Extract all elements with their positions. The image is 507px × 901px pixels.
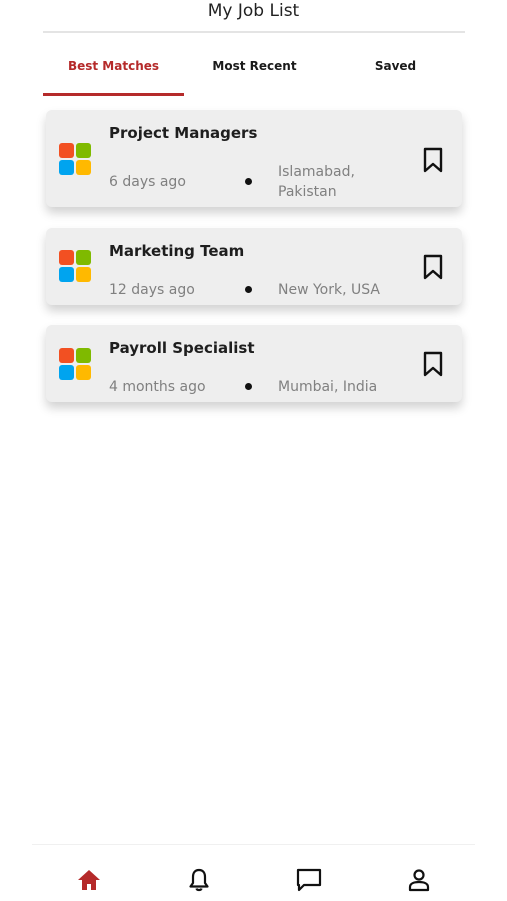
company-logo-icon: [59, 348, 91, 380]
company-logo-icon: [59, 143, 91, 175]
separator-dot: [245, 178, 252, 185]
tab-most-recent[interactable]: Most Recent: [184, 50, 325, 94]
tab-bar: Best Matches Most Recent Saved: [43, 50, 465, 96]
bookmark-icon[interactable]: [422, 254, 444, 280]
job-title: Payroll Specialist: [109, 339, 255, 357]
bookmark-icon[interactable]: [422, 351, 444, 377]
job-posted-time: 12 days ago: [109, 282, 195, 298]
separator-dot: [245, 383, 252, 390]
tab-saved[interactable]: Saved: [325, 50, 466, 94]
header: My Job List: [0, 0, 507, 33]
chat-icon[interactable]: [294, 865, 324, 895]
page-title: My Job List: [207, 1, 300, 21]
separator-dot: [245, 286, 252, 293]
home-icon[interactable]: [74, 865, 104, 895]
job-card[interactable]: Project Managers 6 days ago Islamabad, P…: [46, 110, 462, 207]
company-logo-icon: [59, 250, 91, 282]
header-divider: [43, 31, 465, 33]
bottom-navigation: [32, 844, 475, 901]
job-posted-time: 4 months ago: [109, 379, 206, 395]
bell-icon[interactable]: [184, 865, 214, 895]
job-title: Project Managers: [109, 124, 258, 142]
job-card[interactable]: Payroll Specialist 4 months ago Mumbai, …: [46, 325, 462, 402]
job-location: New York, USA: [278, 282, 380, 298]
job-card[interactable]: Marketing Team 12 days ago New York, USA: [46, 228, 462, 305]
job-location: Mumbai, India: [278, 379, 378, 395]
job-location: Islamabad, Pakistan: [278, 164, 355, 200]
job-posted-time: 6 days ago: [109, 174, 186, 190]
tab-best-matches[interactable]: Best Matches: [43, 50, 184, 94]
profile-icon[interactable]: [404, 865, 434, 895]
bookmark-icon[interactable]: [422, 147, 444, 173]
job-title: Marketing Team: [109, 242, 245, 260]
active-tab-indicator: [43, 93, 184, 96]
